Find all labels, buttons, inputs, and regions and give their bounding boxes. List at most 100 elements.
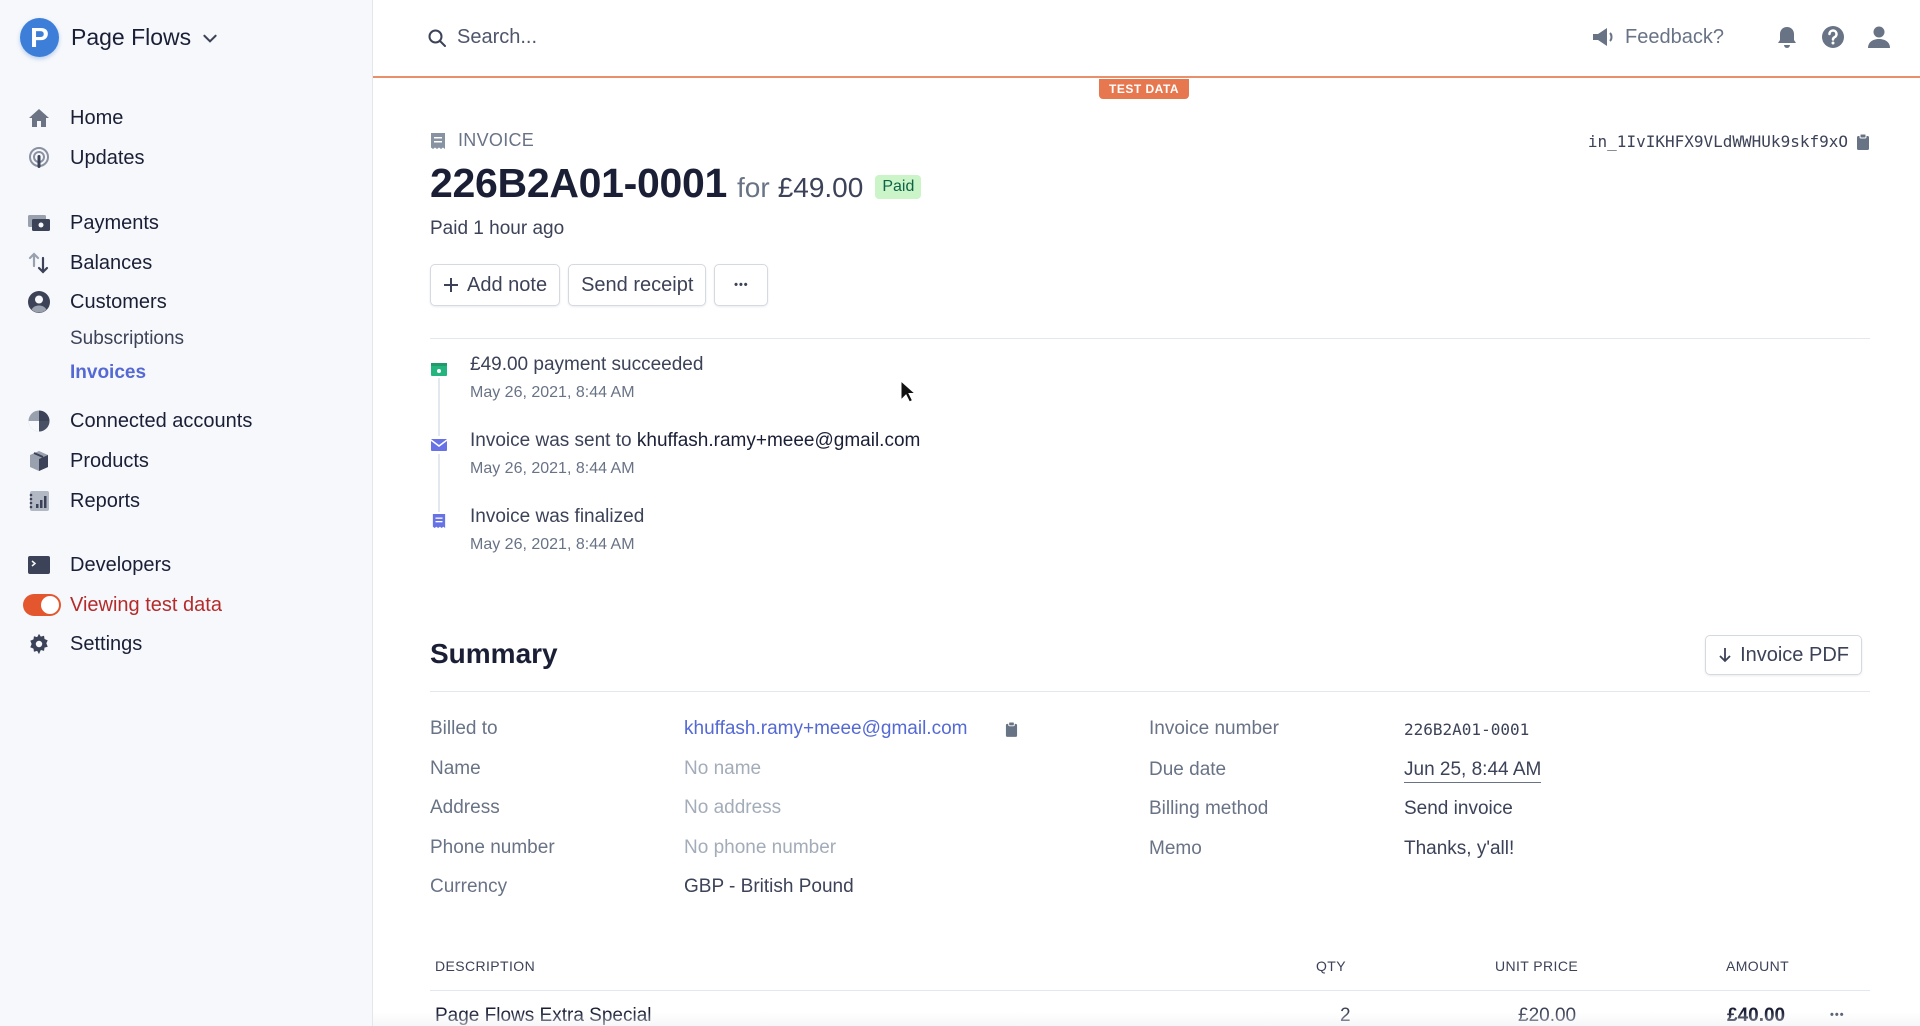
send-receipt-button[interactable]: Send receipt	[568, 264, 707, 306]
connected-accounts-icon	[26, 408, 52, 434]
sidebar-item-developers[interactable]: Developers	[26, 548, 171, 582]
broadcast-icon	[26, 145, 52, 171]
sidebar-item-updates[interactable]: Updates	[26, 141, 145, 175]
detail-value: Thanks, y'all!	[1404, 838, 1515, 859]
detail-label: Currency	[430, 876, 508, 897]
invoice-number: 226B2A01-0001	[430, 160, 727, 206]
timeline-time: May 26, 2021, 8:44 AM	[470, 460, 635, 477]
sidebar-item-label: Home	[70, 106, 124, 129]
sidebar-item-invoices[interactable]: Invoices	[70, 362, 146, 384]
add-note-button[interactable]: Add note	[430, 264, 561, 306]
scroll-fade	[373, 1012, 1920, 1026]
feedback-button[interactable]: Feedback?	[1591, 26, 1724, 49]
detail-label: Phone number	[430, 837, 555, 858]
invoice-pdf-label: Invoice PDF	[1740, 643, 1849, 666]
detail-label: Name	[430, 758, 481, 779]
sidebar-item-subscriptions[interactable]: Subscriptions	[70, 328, 184, 350]
test-mode-toggle[interactable]	[23, 594, 61, 616]
detail-value: Send invoice	[1404, 798, 1513, 819]
receipt-icon	[430, 512, 448, 530]
paid-time-text: Paid 1 hour ago	[430, 218, 565, 239]
sidebar-item-settings[interactable]: Settings	[26, 627, 142, 661]
copy-clipboard-icon[interactable]	[1856, 133, 1870, 151]
feedback-label: Feedback?	[1625, 25, 1724, 48]
notifications-bell-icon[interactable]	[1774, 24, 1800, 50]
invoice-object-id: in_1IvIKHFX9VLdWWHUk9skf9xO	[1588, 132, 1870, 151]
sidebar-item-label: Developers	[70, 553, 172, 576]
column-header-unit-price: UNIT PRICE	[1495, 958, 1579, 974]
timeline-title: Invoice was sent to khuffash.ramy+meee@g…	[470, 430, 920, 452]
reports-icon	[26, 488, 52, 514]
invoice-kicker-label: INVOICE	[458, 130, 535, 150]
brand-logo: P	[20, 18, 59, 57]
receipt-icon	[431, 132, 445, 149]
detail-label: Address	[430, 797, 500, 818]
topbar-actions: Feedback?	[1591, 24, 1892, 50]
detail-value: 226B2A01-0001	[1404, 720, 1530, 739]
account-switcher[interactable]: P Page Flows	[20, 18, 219, 57]
sidebar-item-customers[interactable]: Customers	[26, 285, 167, 319]
divider	[430, 990, 1870, 991]
column-header-qty: QTY	[1316, 958, 1346, 974]
for-label: for	[737, 172, 770, 203]
detail-label: Billing method	[1149, 798, 1269, 819]
due-date-value[interactable]: Jun 25, 8:44 AM	[1404, 759, 1542, 783]
column-header-description: DESCRIPTION	[435, 958, 536, 974]
invoice-title: 226B2A01-0001 for £49.00 Paid	[430, 160, 922, 207]
timeline-title: £49.00 payment succeeded	[470, 354, 703, 376]
column-header-amount: AMOUNT	[1726, 958, 1790, 974]
divider	[430, 338, 1870, 339]
invoice-amount: £49.00	[777, 172, 864, 203]
billed-to-email[interactable]: khuffash.ramy+meee@gmail.com	[684, 718, 967, 740]
user-profile-icon[interactable]	[1866, 24, 1892, 50]
sidebar-item-reports[interactable]: Reports	[26, 484, 140, 518]
help-icon[interactable]	[1820, 24, 1846, 50]
timeline-time: May 26, 2021, 8:44 AM	[470, 536, 635, 553]
product-box-icon	[26, 448, 52, 474]
invoice-actions: Add note Send receipt •••	[430, 264, 776, 306]
sidebar-item-label: Reports	[70, 489, 141, 512]
sidebar-item-connected-accounts[interactable]: Connected accounts	[26, 404, 252, 438]
customer-icon	[26, 289, 52, 315]
megaphone-icon	[1593, 28, 1613, 46]
more-actions-button[interactable]: •••	[714, 264, 769, 306]
status-badge: Paid	[875, 175, 922, 199]
search-bar[interactable]	[427, 26, 857, 49]
sidebar-item-label: Customers	[70, 290, 167, 313]
gear-icon	[26, 631, 52, 657]
sidebar-item-label: Connected accounts	[70, 409, 253, 432]
sidebar-item-balances[interactable]: Balances	[26, 246, 152, 280]
terminal-icon	[26, 552, 52, 578]
mouse-cursor-icon	[900, 380, 916, 403]
arrow-down-icon	[1718, 647, 1732, 663]
sidebar: P Page Flows Home Updates Payments Balan…	[0, 0, 373, 1026]
detail-label: Billed to	[430, 718, 498, 739]
detail-label: Memo	[1149, 838, 1202, 859]
detail-value: No phone number	[684, 837, 837, 858]
detail-value: No address	[684, 797, 782, 818]
timeline-title: Invoice was finalized	[470, 506, 644, 528]
sidebar-item-products[interactable]: Products	[26, 444, 149, 478]
recipient-email: khuffash.ramy+meee@gmail.com	[636, 430, 921, 451]
invoice-pdf-button[interactable]: Invoice PDF	[1705, 635, 1862, 675]
chevron-down-icon	[203, 34, 217, 43]
sidebar-item-payments[interactable]: Payments	[26, 206, 159, 240]
envelope-icon	[430, 436, 448, 454]
sidebar-item-label: Updates	[70, 146, 145, 169]
sidebar-item-label: Settings	[70, 632, 143, 655]
account-name: Page Flows	[71, 24, 192, 50]
sidebar-item-label: Payments	[70, 211, 159, 234]
sidebar-item-home[interactable]: Home	[26, 101, 123, 135]
balances-icon	[26, 250, 52, 276]
timeline-title-text: Invoice was sent to	[470, 430, 637, 451]
timeline-title-text: £49.00 payment succeeded	[470, 354, 704, 375]
copy-clipboard-icon[interactable]	[1005, 721, 1018, 738]
detail-label: Invoice number	[1149, 718, 1279, 739]
invoice-id-text: in_1IvIKHFX9VLdWWHUk9skf9xO	[1587, 132, 1848, 151]
search-input[interactable]	[457, 26, 857, 49]
sidebar-item-label: Products	[70, 449, 149, 472]
timeline-time: May 26, 2021, 8:44 AM	[470, 384, 635, 401]
invoice-kicker: INVOICE	[430, 130, 534, 151]
send-receipt-label: Send receipt	[581, 273, 694, 296]
divider	[430, 691, 1870, 692]
